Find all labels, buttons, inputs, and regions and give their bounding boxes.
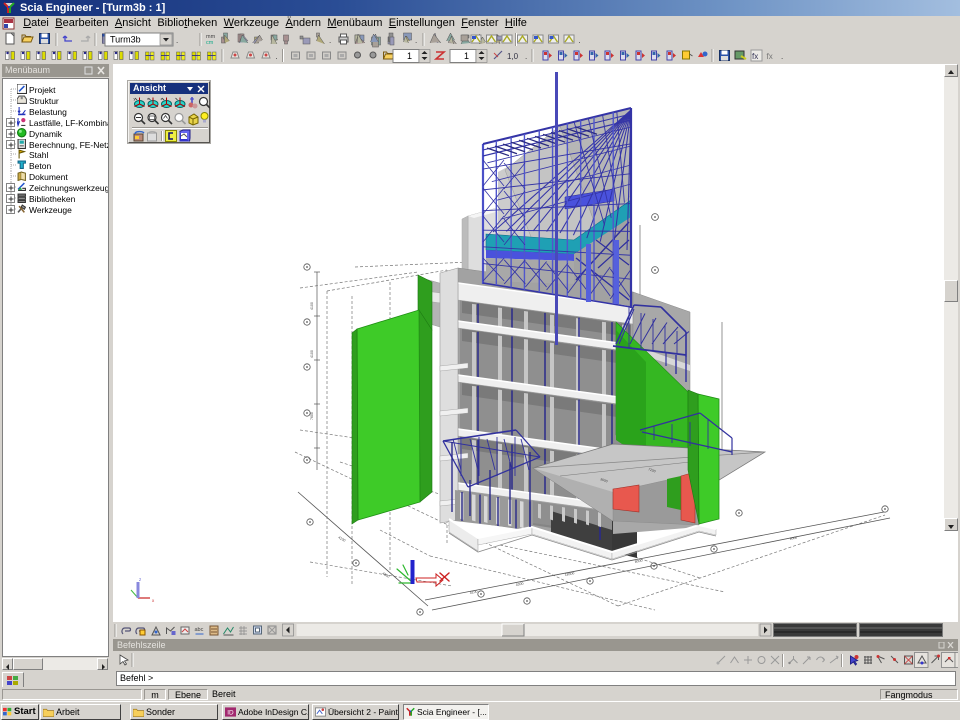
svg-text:4100: 4100 xyxy=(338,535,347,542)
svg-text:1,0: 1,0 xyxy=(507,52,519,61)
svg-text:4300: 4300 xyxy=(515,582,523,587)
svg-text:ID: ID xyxy=(227,710,234,717)
svg-text:z: z xyxy=(139,577,142,582)
svg-text:.: . xyxy=(176,36,178,45)
svg-text:7600: 7600 xyxy=(310,412,314,420)
svg-text:4100: 4100 xyxy=(310,350,314,358)
svg-text:.: . xyxy=(525,52,527,61)
svg-text:8000: 8000 xyxy=(789,536,797,541)
svg-text:fx: fx xyxy=(767,52,773,61)
svg-text:x: x xyxy=(147,96,149,101)
svg-text:abc: abc xyxy=(195,627,204,633)
svg-text:z: z xyxy=(161,96,163,101)
svg-text:4100: 4100 xyxy=(310,302,314,310)
svg-text:1: 1 xyxy=(464,51,469,61)
svg-text:8000: 8000 xyxy=(634,559,642,564)
svg-text:.: . xyxy=(415,36,417,45)
svg-text:cm: cm xyxy=(206,40,214,46)
svg-text:y: y xyxy=(134,96,136,101)
svg-text:1: 1 xyxy=(407,51,412,61)
svg-text:x: x xyxy=(152,598,155,603)
svg-text:4100: 4100 xyxy=(469,590,477,595)
svg-text:fx: fx xyxy=(752,52,758,61)
svg-text:.: . xyxy=(329,36,331,45)
svg-text:.: . xyxy=(276,52,278,61)
svg-text:Turm3b: Turm3b xyxy=(110,35,141,45)
svg-text:18500: 18500 xyxy=(564,571,574,577)
svg-text:.: . xyxy=(781,52,783,61)
svg-text:.: . xyxy=(579,36,581,45)
svg-text:4300: 4300 xyxy=(382,571,391,578)
